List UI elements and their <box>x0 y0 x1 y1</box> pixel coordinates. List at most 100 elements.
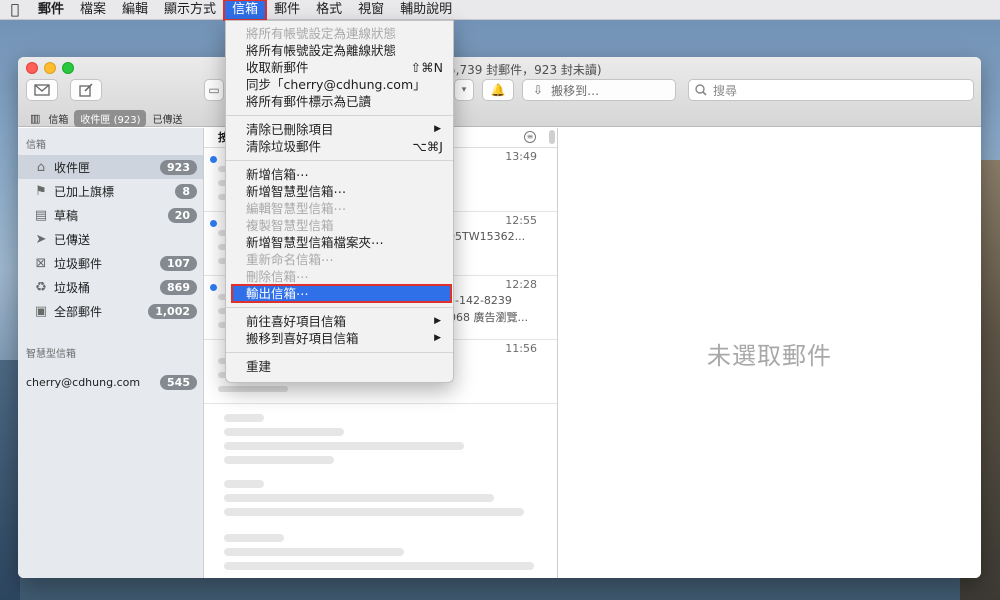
menubar-item[interactable]: 檔案 <box>72 0 114 20</box>
favorite-item[interactable]: 收件匣 (923) <box>74 109 147 127</box>
no-message-selected-text: 未選取郵件 <box>707 341 832 370</box>
flag-icon: ⚑ <box>35 183 47 199</box>
move-tray-icon: ⇩ <box>533 83 544 97</box>
menu-item-label: 收取新郵件 <box>246 60 309 75</box>
minimize-window-button[interactable] <box>44 62 56 74</box>
account-count-badge: 545 <box>160 374 197 390</box>
favorite-item[interactable]: 信箱 <box>42 111 74 126</box>
unread-dot-icon <box>210 156 217 163</box>
window-title: 5,739 封郵件，923 封未讀) <box>448 63 602 77</box>
menu-item: 將所有帳號設定為連線狀態 <box>226 25 453 42</box>
menu-item-label: 新增智慧型信箱⋯ <box>246 184 347 199</box>
favorite-item[interactable]: 已傳送 <box>146 111 188 126</box>
menubar-item[interactable]: 視窗 <box>350 0 392 20</box>
menubar-item[interactable]: 郵件 <box>266 0 308 20</box>
menu-item-label: 刪除信箱⋯ <box>246 269 309 284</box>
sidebar-item[interactable]: ➤ 已傳送 <box>18 227 203 251</box>
unread-dot-icon <box>210 284 217 291</box>
sidebar-toggle-icon[interactable]: ▥ <box>30 112 40 125</box>
mailbox-menu-dropdown: 將所有帳號設定為連線狀態 將所有帳號設定為離線狀態 收取新郵件 ⇧⌘N 同步「cherr… <box>225 20 454 383</box>
menu-shortcut: ⇧⌘N <box>410 60 443 75</box>
sidebar-item[interactable]: ⚑ 已加上旗標 8 <box>18 179 203 203</box>
compose-icon <box>79 83 93 97</box>
menu-item[interactable]: 前往喜好項目信箱 ▶ <box>226 313 453 330</box>
sidebar-item[interactable]: ♻ 垃圾桶 869 <box>18 275 203 299</box>
apple-menu-icon[interactable]:  <box>0 2 30 18</box>
unread-dot-icon <box>210 220 217 227</box>
menubar-item[interactable]: 信箱 <box>223 0 268 21</box>
toolbar-chevron-button[interactable]: ▾ <box>454 79 474 101</box>
menu-item[interactable]: 將所有郵件標示為已讀 <box>226 93 453 110</box>
list-scrollbar[interactable] <box>549 130 555 144</box>
menu-item[interactable]: 同步「cherry@cdhung.com」 <box>226 76 453 93</box>
search-icon <box>695 84 707 96</box>
menu-separator <box>226 160 453 161</box>
sidebar-item[interactable]: ⌂ 收件匣 923 <box>18 155 203 179</box>
move-to-button[interactable]: ⇩ 搬移到… <box>522 79 676 101</box>
blurred-line <box>218 386 288 392</box>
close-window-button[interactable] <box>26 62 38 74</box>
sidebar-item[interactable]: ▤ 草稿 20 <box>18 203 203 227</box>
message-preview: 未選取郵件 <box>558 128 981 578</box>
menu-item[interactable]: 收取新郵件 ⇧⌘N <box>226 59 453 76</box>
filter-icon[interactable]: ≡ <box>524 131 536 143</box>
search-placeholder: 搜尋 <box>713 83 738 98</box>
menu-item-label: 複製智慧型信箱 <box>246 218 334 233</box>
envelope-icon <box>34 84 50 96</box>
menu-item[interactable]: 新增智慧型信箱⋯ <box>226 183 453 200</box>
wallpaper-sea <box>0 360 20 600</box>
archive-button[interactable]: ▭ <box>204 79 224 101</box>
menu-separator <box>226 352 453 353</box>
sidebar-header: 信箱 <box>26 140 46 151</box>
menu-item[interactable]: 搬移到喜好項目信箱 ▶ <box>226 330 453 347</box>
message-time: 11:56 <box>505 342 537 355</box>
zoom-window-button[interactable] <box>62 62 74 74</box>
mailbox-sidebar: 信箱 ⌂ 收件匣 923 ⚑ 已加上旗標 8 ▤ 草稿 20 ➤ 已傳送 ⊠ 垃圾郵件 107 ♻ 垃圾桶 86… <box>18 128 204 578</box>
menubar-item[interactable]: 輔助說明 <box>392 0 460 20</box>
menu-item[interactable]: 輸出信箱⋯ <box>231 284 452 303</box>
menubar-item[interactable]: 格式 <box>308 0 350 20</box>
sidebar-item-label: 垃圾桶 <box>54 280 91 295</box>
menu-item: 重新命名信箱⋯ <box>226 251 453 268</box>
menu-item[interactable]: 清除垃圾郵件 ⌥⌘J <box>226 138 453 155</box>
title-bar: 5,739 封郵件，923 封未讀) ▭ ▾ 🔔 ⇩ 搬移到… 搜尋 ▥ 信箱收… <box>18 57 981 127</box>
count-badge: 20 <box>167 207 197 223</box>
menu-item-label: 重建 <box>246 359 272 374</box>
menu-bar:  郵件檔案編輯顯示方式信箱郵件格式視窗輔助說明 <box>0 0 1000 21</box>
sidebar-item[interactable]: ▣ 全部郵件 1,002 <box>18 299 203 323</box>
submenu-arrow-icon: ▶ <box>434 124 441 134</box>
count-badge: 107 <box>160 255 197 271</box>
menu-item-label: 搬移到喜好項目信箱 <box>246 331 359 346</box>
sidebar-item-account[interactable]: cherry@cdhung.com 545 <box>18 370 203 394</box>
menu-item[interactable]: 重建 <box>226 358 453 375</box>
menubar-item[interactable]: 編輯 <box>114 0 156 20</box>
favorites-bar: ▥ 信箱 收件匣 (923) 已傳送 <box>18 109 981 127</box>
menu-item-label: 編輯智慧型信箱⋯ <box>246 201 347 216</box>
sidebar-item[interactable]: ⊠ 垃圾郵件 107 <box>18 251 203 275</box>
menubar-item[interactable]: 郵件 <box>30 0 72 20</box>
compose-button[interactable] <box>70 79 102 101</box>
menu-item[interactable]: 新增智慧型信箱檔案夾⋯ <box>226 234 453 251</box>
mail-window: 5,739 封郵件，923 封未讀) ▭ ▾ 🔔 ⇩ 搬移到… 搜尋 ▥ 信箱收… <box>18 57 981 578</box>
menu-item-label: 新增智慧型信箱檔案夾⋯ <box>246 235 384 250</box>
count-badge: 1,002 <box>148 303 197 319</box>
sidebar-item-label: 收件匣 <box>54 160 91 175</box>
menu-item-label: 輸出信箱⋯ <box>246 286 309 301</box>
trash-icon: ♻ <box>35 279 47 295</box>
menu-item-label: 將所有郵件標示為已讀 <box>246 94 372 109</box>
notifications-button[interactable]: 🔔 <box>482 79 514 101</box>
message-time: 12:28 <box>505 278 537 291</box>
count-badge: 869 <box>160 279 197 295</box>
menubar-item[interactable]: 顯示方式 <box>156 0 224 20</box>
menu-item[interactable]: 將所有帳號設定為離線狀態 <box>226 42 453 59</box>
sidebar-item-label: 已傳送 <box>54 232 91 247</box>
get-mail-button[interactable] <box>26 79 58 101</box>
menu-item-label: 清除已刪除項目 <box>246 122 334 137</box>
search-field[interactable]: 搜尋 <box>688 79 974 101</box>
menu-item-label: 重新命名信箱⋯ <box>246 252 334 267</box>
menu-item[interactable]: 清除已刪除項目 ▶ <box>226 121 453 138</box>
account-label: cherry@cdhung.com <box>26 375 141 389</box>
menu-item-label: 新增信箱⋯ <box>246 167 309 182</box>
menu-item[interactable]: 新增信箱⋯ <box>226 166 453 183</box>
bell-icon: 🔔 <box>490 83 506 97</box>
